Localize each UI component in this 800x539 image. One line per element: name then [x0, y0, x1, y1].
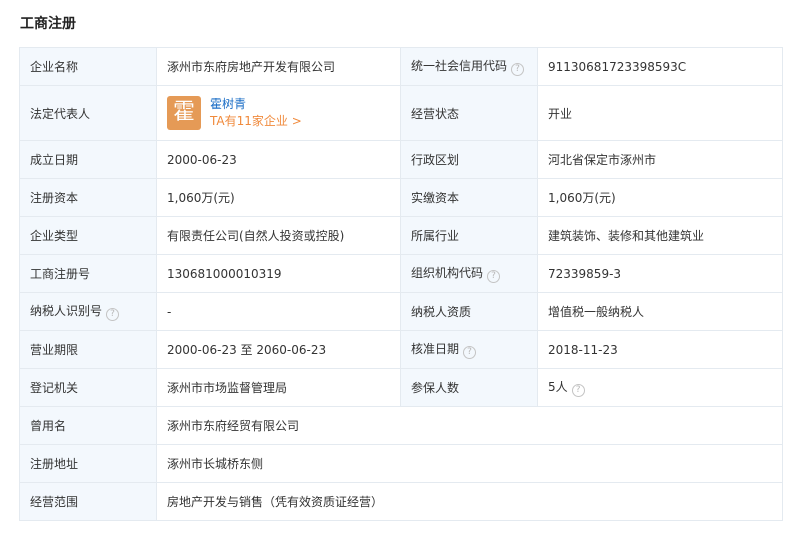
- section-title: 工商注册: [20, 16, 76, 32]
- region-value: 河北省保定市涿州市: [537, 140, 783, 179]
- help-icon[interactable]: ?: [511, 63, 525, 76]
- address-value: 涿州市长城桥东侧: [156, 444, 783, 483]
- former-name-label: 曾用名: [19, 406, 157, 445]
- term-label: 营业期限: [19, 330, 157, 369]
- table-row: 工商注册号 130681000010319 组织机构代码? 72339859-3: [19, 254, 783, 293]
- credit-code-label-cell: 统一社会信用代码?: [400, 47, 538, 86]
- org-code-label: 组织机构代码: [411, 266, 484, 280]
- credit-code-value: 91130681723398593C: [537, 47, 783, 86]
- help-icon[interactable]: ?: [487, 270, 501, 283]
- approval-date-value: 2018-11-23: [537, 330, 783, 369]
- table-row: 登记机关 涿州市市场监督管理局 参保人数 5人?: [19, 368, 783, 407]
- avatar[interactable]: 霍: [167, 96, 201, 130]
- company-name-value: 涿州市东府房地产开发有限公司: [156, 47, 401, 86]
- reg-no-value: 130681000010319: [156, 254, 401, 293]
- credit-code-label: 统一社会信用代码: [411, 59, 508, 73]
- table-row: 企业类型 有限责任公司(自然人投资或控股) 所属行业 建筑装饰、装修和其他建筑业: [19, 216, 783, 255]
- address-label: 注册地址: [19, 444, 157, 483]
- table-row: 营业期限 2000-06-23 至 2060-06-23 核准日期? 2018-…: [19, 330, 783, 369]
- industry-value: 建筑装饰、装修和其他建筑业: [537, 216, 783, 255]
- status-label: 经营状态: [400, 85, 538, 141]
- former-name-value: 涿州市东府经贸有限公司: [156, 406, 783, 445]
- table-row: 企业名称 涿州市东府房地产开发有限公司 统一社会信用代码? 9113068172…: [19, 47, 783, 86]
- org-code-value: 72339859-3: [537, 254, 783, 293]
- help-icon[interactable]: ?: [571, 384, 585, 397]
- scope-label: 经营范围: [19, 482, 157, 521]
- paid-capital-label: 实缴资本: [400, 178, 538, 217]
- help-icon[interactable]: ?: [463, 346, 477, 359]
- table-row: 成立日期 2000-06-23 行政区划 河北省保定市涿州市: [19, 140, 783, 179]
- paid-capital-value: 1,060万(元): [537, 178, 783, 217]
- tax-qual-label: 纳税人资质: [400, 292, 538, 331]
- legal-rep-name-link[interactable]: 霍树青: [210, 96, 302, 113]
- table-row: 注册地址 涿州市长城桥东侧: [19, 444, 783, 483]
- legal-rep-label: 法定代表人: [19, 85, 157, 141]
- related-companies-link[interactable]: TA有11家企业 >: [210, 113, 302, 130]
- approval-date-label: 核准日期: [411, 342, 460, 356]
- table-row: 曾用名 涿州市东府经贸有限公司: [19, 406, 783, 445]
- company-type-value: 有限责任公司(自然人投资或控股): [156, 216, 401, 255]
- help-icon[interactable]: ?: [106, 308, 120, 321]
- insured-value-cell: 5人?: [537, 368, 783, 407]
- table-row: 法定代表人 霍 霍树青 TA有11家企业 > 经营状态 开业: [19, 85, 783, 141]
- company-type-label: 企业类型: [19, 216, 157, 255]
- table-row: 经营范围 房地产开发与销售（凭有效资质证经营）: [19, 482, 783, 521]
- founded-value: 2000-06-23: [156, 140, 401, 179]
- scope-value: 房地产开发与销售（凭有效资质证经营）: [156, 482, 783, 521]
- region-label: 行政区划: [400, 140, 538, 179]
- insured-value: 5人: [548, 380, 568, 394]
- table-row: 纳税人识别号? - 纳税人资质 增值税一般纳税人: [19, 292, 783, 331]
- term-value: 2000-06-23 至 2060-06-23: [156, 330, 401, 369]
- org-code-label-cell: 组织机构代码?: [400, 254, 538, 293]
- table-row: 注册资本 1,060万(元) 实缴资本 1,060万(元): [19, 178, 783, 217]
- approval-date-label-cell: 核准日期?: [400, 330, 538, 369]
- reg-no-label: 工商注册号: [19, 254, 157, 293]
- status-value: 开业: [537, 85, 783, 141]
- insured-label: 参保人数: [400, 368, 538, 407]
- reg-capital-value: 1,060万(元): [156, 178, 401, 217]
- authority-value: 涿州市市场监督管理局: [156, 368, 401, 407]
- tax-qual-value: 增值税一般纳税人: [537, 292, 783, 331]
- legal-rep-cell: 霍 霍树青 TA有11家企业 >: [156, 85, 401, 141]
- tax-id-label-cell: 纳税人识别号?: [19, 292, 157, 331]
- authority-label: 登记机关: [19, 368, 157, 407]
- business-registration-table: 企业名称 涿州市东府房地产开发有限公司 统一社会信用代码? 9113068172…: [19, 47, 783, 521]
- tax-id-label: 纳税人识别号: [30, 304, 103, 318]
- founded-label: 成立日期: [19, 140, 157, 179]
- industry-label: 所属行业: [400, 216, 538, 255]
- company-name-label: 企业名称: [19, 47, 157, 86]
- reg-capital-label: 注册资本: [19, 178, 157, 217]
- tax-id-value: -: [156, 292, 401, 331]
